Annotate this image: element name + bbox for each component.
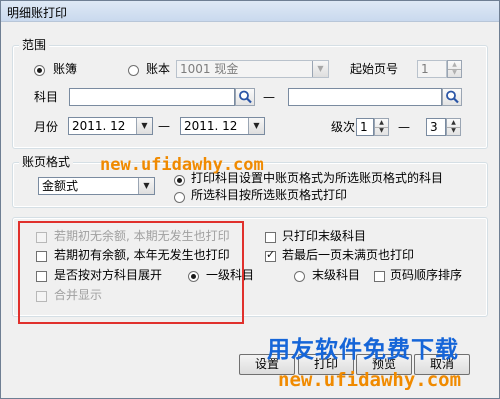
search-icon — [446, 90, 459, 104]
format-select[interactable]: 金额式 ▼ — [38, 177, 155, 195]
level-range-dash: — — [398, 120, 410, 134]
month-from-value: 2011. 12 — [72, 119, 126, 133]
format-select-value: 金额式 — [42, 179, 79, 193]
print-by-format-radio[interactable] — [174, 192, 185, 203]
subject-to-search-button[interactable] — [442, 88, 462, 106]
last-level-radio[interactable] — [294, 271, 305, 282]
spin-down-icon[interactable]: ▼ — [375, 127, 388, 135]
month-range-dash: — — [158, 119, 170, 133]
start-page-value: 1 — [421, 62, 429, 76]
chevron-down-icon[interactable]: ▼ — [312, 61, 328, 77]
last-level-only-checkbox[interactable] — [265, 232, 276, 243]
page-order-label: 页码顺序排序 — [390, 268, 463, 282]
level-to-stepper[interactable]: ▲ ▼ — [446, 118, 461, 136]
subject-label: 科目 — [34, 90, 59, 104]
watermark-brand: 用友软件免费下载 — [267, 337, 459, 363]
chevron-down-icon[interactable]: ▼ — [136, 118, 152, 134]
subject-from-search-button[interactable] — [235, 88, 255, 106]
month-to-select[interactable]: 2011. 12 ▼ — [180, 117, 265, 135]
subject-setting-radio[interactable] — [174, 175, 185, 186]
start-page-label: 起始页号 — [350, 62, 399, 76]
month-from-select[interactable]: 2011. 12 ▼ — [68, 117, 153, 135]
level-from-input[interactable]: 1 — [356, 118, 374, 136]
book-select-value: 1001 现金 — [180, 62, 239, 76]
book-radio-label: 账本 — [146, 62, 171, 76]
spin-down-icon[interactable]: ▼ — [448, 69, 461, 77]
subject-from-input[interactable] — [69, 88, 235, 106]
month-label: 月份 — [34, 120, 59, 134]
range-legend: 范围 — [19, 37, 50, 53]
print-last-page-checkbox[interactable] — [265, 248, 276, 262]
month-to-value: 2011. 12 — [184, 119, 238, 133]
book-select[interactable]: 1001 现金 ▼ — [176, 60, 329, 78]
start-page-input[interactable]: 1 — [417, 60, 447, 78]
highlight-box — [18, 221, 244, 324]
spin-down-icon[interactable]: ▼ — [447, 127, 460, 135]
print-by-format-label: 所选科目按所选账页格式打印 — [191, 188, 348, 202]
ledger-radio[interactable] — [34, 65, 45, 76]
last-level-label: 末级科目 — [312, 268, 361, 282]
format-legend: 账页格式 — [19, 154, 74, 170]
start-page-stepper[interactable]: ▲ ▼ — [447, 60, 462, 78]
last-level-only-label: 只打印末级科目 — [282, 229, 367, 243]
level-from-stepper[interactable]: ▲ ▼ — [374, 118, 389, 136]
chevron-down-icon[interactable]: ▼ — [138, 178, 154, 194]
subject-to-input[interactable] — [288, 88, 442, 106]
print-last-page-label: 若最后一页未满页也打印 — [282, 248, 415, 262]
ledger-radio-label: 账簿 — [53, 62, 78, 76]
level-to-input[interactable]: 3 — [426, 118, 446, 136]
watermark-site-top: new.ufidawhy.com — [100, 155, 264, 175]
subject-range-dash: — — [263, 90, 275, 104]
chevron-down-icon[interactable]: ▼ — [248, 118, 264, 134]
level-label: 级次 — [331, 120, 356, 134]
search-icon — [239, 90, 252, 104]
window-title: 明细账打印 — [7, 6, 68, 20]
level-from-value: 1 — [360, 120, 368, 134]
title-bar: 明细账打印 — [1, 1, 499, 22]
book-radio[interactable] — [128, 65, 139, 76]
page-order-checkbox[interactable] — [374, 271, 385, 282]
print-dialog: 明细账打印 范围 账簿 账本 1001 现金 ▼ 起始页号 1 ▲ ▼ 科目 —… — [0, 0, 500, 399]
watermark-site-bottom: new.ufidawhy.com — [278, 369, 462, 391]
level-to-value: 3 — [430, 120, 438, 134]
